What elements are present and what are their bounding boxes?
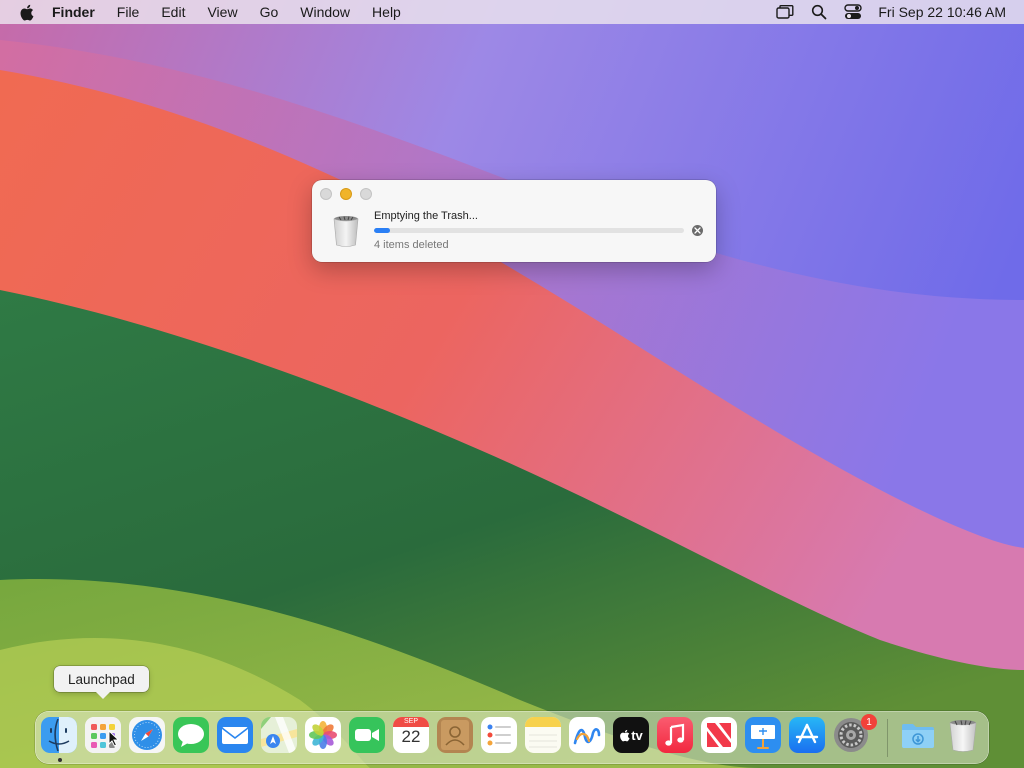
dock-tooltip: Launchpad — [54, 666, 149, 699]
close-window-button[interactable] — [320, 188, 332, 200]
menu-file[interactable]: File — [117, 4, 140, 20]
delete-progress-fill — [374, 228, 390, 233]
dialog-status: 4 items deleted — [374, 239, 449, 251]
contacts-icon[interactable] — [437, 717, 473, 753]
downloads-folder-icon[interactable] — [900, 717, 936, 753]
window-controls — [320, 188, 380, 200]
menubar-clock[interactable]: Fri Sep 22 10:46 AM — [878, 4, 1006, 20]
freeform-icon[interactable] — [569, 717, 605, 753]
spotlight-search-icon[interactable] — [808, 3, 830, 21]
calendar-day: 22 — [401, 727, 421, 746]
apple-tv-icon[interactable]: tv — [613, 717, 649, 753]
menu-help[interactable]: Help — [372, 4, 401, 20]
finder-icon[interactable] — [41, 717, 77, 753]
keynote-icon[interactable] — [745, 717, 781, 753]
system-settings-badge: 1 — [861, 714, 877, 730]
empty-trash-dialog: Emptying the Trash... 4 items deleted — [312, 180, 716, 262]
messages-icon[interactable] — [173, 717, 209, 753]
maps-icon[interactable] — [261, 717, 297, 753]
music-icon[interactable] — [657, 717, 693, 753]
minimize-window-button[interactable] — [340, 188, 352, 200]
calendar-month: SEP — [393, 717, 429, 727]
control-center-icon[interactable] — [842, 3, 864, 21]
dock: SEP 22 tv 1 — [35, 711, 989, 764]
trash-icon[interactable] — [945, 717, 981, 753]
apple-tv-label: tv — [631, 727, 643, 743]
apple-menu-icon[interactable] — [16, 4, 36, 21]
cancel-icon[interactable] — [692, 225, 703, 236]
facetime-icon[interactable] — [349, 717, 385, 753]
menu-go[interactable]: Go — [260, 4, 279, 20]
notes-icon[interactable] — [525, 717, 561, 753]
mouse-cursor-icon — [108, 729, 120, 752]
reminders-icon[interactable] — [481, 717, 517, 753]
app-store-icon[interactable] — [789, 717, 825, 753]
zoom-window-button[interactable] — [360, 188, 372, 200]
window-mirror-icon[interactable] — [774, 3, 796, 21]
menu-window[interactable]: Window — [300, 4, 350, 20]
menu-view[interactable]: View — [207, 4, 237, 20]
photos-icon[interactable] — [305, 717, 341, 753]
trash-icon — [332, 214, 360, 248]
desktop-wallpaper — [0, 0, 1024, 768]
calendar-icon[interactable]: SEP 22 — [393, 717, 429, 753]
finder-running-indicator — [58, 758, 62, 762]
app-menu-finder[interactable]: Finder — [52, 4, 95, 20]
mail-icon[interactable] — [217, 717, 253, 753]
menu-bar: Finder File Edit View Go Window Help Fri… — [0, 0, 1024, 24]
news-icon[interactable] — [701, 717, 737, 753]
menu-edit[interactable]: Edit — [161, 4, 185, 20]
safari-icon[interactable] — [129, 717, 165, 753]
dock-separator — [887, 719, 888, 757]
delete-progress-bar — [374, 228, 684, 233]
dialog-title: Emptying the Trash... — [374, 210, 478, 222]
